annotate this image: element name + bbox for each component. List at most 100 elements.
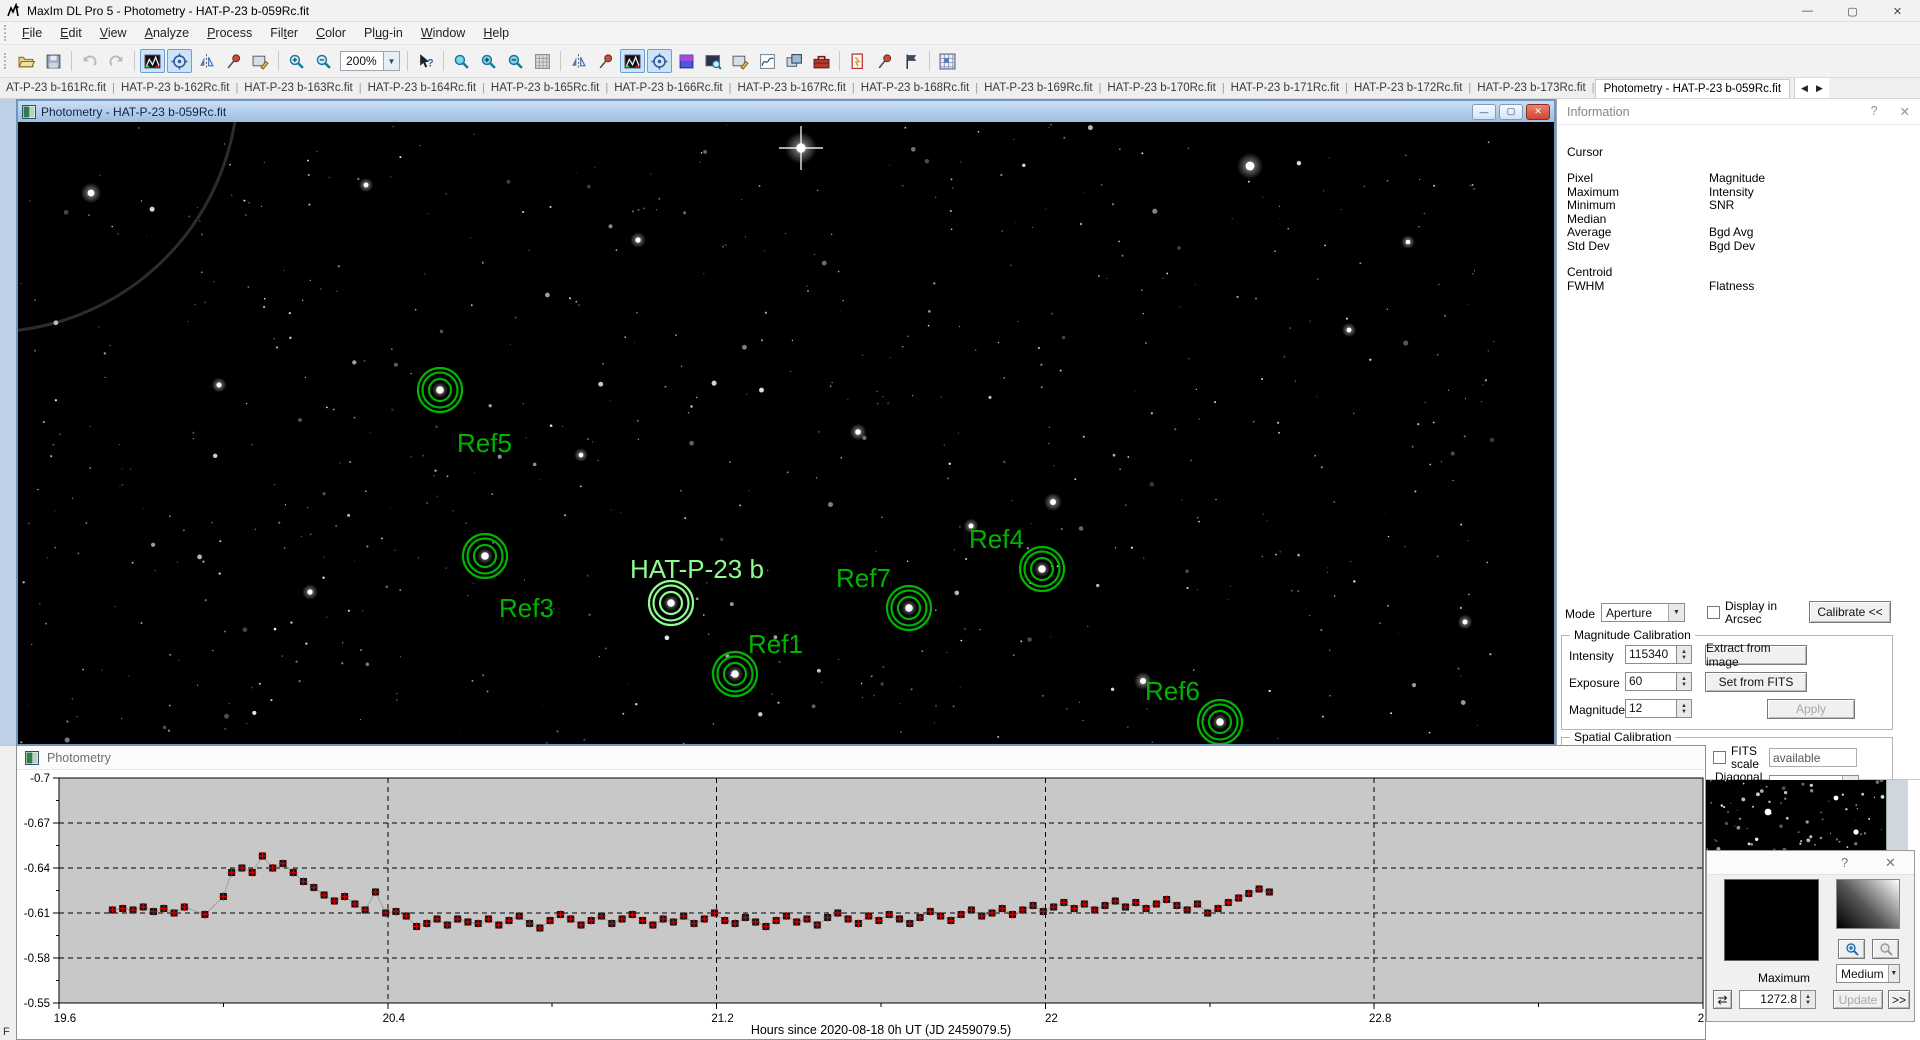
zoom-level-combobox[interactable]: 200%▼ (340, 51, 400, 71)
fits-scale-checkbox[interactable] (1713, 751, 1726, 764)
line-profile-icon[interactable] (755, 49, 780, 73)
tab-hat-p-23-b-163rc-fit[interactable]: HAT-P-23 b-163Rc.fit (238, 80, 358, 96)
magnitude-label: Magnitude (1569, 703, 1625, 717)
toolbox-icon[interactable] (809, 49, 834, 73)
swap-min-max-button[interactable]: ⇄ (1713, 990, 1732, 1009)
tab-hat-p-23-b-169rc-fit[interactable]: HAT-P-23 b-169Rc.fit (978, 80, 1098, 96)
undo-icon[interactable] (77, 49, 102, 73)
tab-hat-p-23-b-171rc-fit[interactable]: HAT-P-23 b-171Rc.fit (1225, 80, 1345, 96)
fits-image-canvas[interactable]: HAT-P-23 bRef5Ref3Ref1Ref7Ref4Ref6 (18, 122, 1554, 744)
maximum-value-input[interactable]: 1272.8 (1739, 990, 1801, 1009)
app-minimize-button[interactable]: — (1785, 0, 1830, 22)
chevron-down-icon[interactable]: ▼ (383, 52, 399, 70)
stretch-zoom-out-button[interactable] (1872, 939, 1899, 959)
information-close-button[interactable]: ✕ (1900, 104, 1910, 119)
mode-dropdown[interactable]: Aperture▼ (1601, 603, 1685, 622)
menu-item-edit[interactable]: Edit (51, 23, 91, 43)
display-in-arcsec-checkbox[interactable] (1707, 606, 1720, 619)
open-file-icon[interactable] (14, 49, 39, 73)
context-help-icon[interactable]: ? (413, 49, 438, 73)
tab-at-p-23-b-161rc-fit[interactable]: AT-P-23 b-161Rc.fit (0, 80, 112, 96)
zoom-out-alt-icon[interactable] (503, 49, 528, 73)
pin-icon[interactable] (221, 49, 246, 73)
menu-item-color[interactable]: Color (307, 23, 355, 43)
expand-button[interactable]: >> (1888, 990, 1910, 1009)
magnitude-spinner[interactable]: 12▲▼ (1625, 699, 1692, 718)
menu-item-filter[interactable]: Filter (261, 23, 307, 43)
flip-2-icon[interactable] (566, 49, 591, 73)
menu-item-window[interactable]: Window (412, 23, 474, 43)
screen-stretch-icon[interactable] (140, 49, 165, 73)
tab-hat-p-23-b-170rc-fit[interactable]: HAT-P-23 b-170Rc.fit (1101, 80, 1221, 96)
set-from-fits-button[interactable]: Set from FITS (1705, 672, 1807, 692)
tab-scroll-right-icon[interactable]: ▶ (1816, 83, 1823, 94)
aperture-2-icon[interactable] (647, 49, 672, 73)
stretch-mode-dropdown[interactable]: Medium▼ (1836, 964, 1900, 983)
extract-from-image-button[interactable]: Extract from image (1705, 645, 1807, 665)
aperture-icon[interactable] (167, 49, 192, 73)
thumbnail-image-strip[interactable] (1706, 780, 1886, 850)
pin-3-icon[interactable] (872, 49, 897, 73)
info-label-std-dev: Std Dev (1567, 239, 1610, 253)
image-window-minimize-button[interactable]: — (1472, 104, 1496, 120)
chevron-down-icon[interactable]: ▼ (1668, 604, 1684, 621)
magnify-icon[interactable] (449, 49, 474, 73)
redo-icon[interactable] (104, 49, 129, 73)
menu-item-help[interactable]: Help (474, 23, 518, 43)
image-window-title-bar[interactable]: Photometry - HAT-P-23 b-059Rc.fit — ▢ ✕ (18, 101, 1554, 122)
tab-active-photometry[interactable]: Photometry - HAT-P-23 b-059Rc.fit (1595, 79, 1790, 98)
light-curve-chart[interactable]: -0.7-0.67-0.64-0.61-0.58-0.5519.620.421.… (17, 770, 1705, 1040)
zoom-in-alt-icon[interactable] (476, 49, 501, 73)
screen-stretch-close-button[interactable]: ✕ (1885, 855, 1896, 871)
tab-hat-p-23-b-165rc-fit[interactable]: HAT-P-23 b-165Rc.fit (485, 80, 605, 96)
flip-icon[interactable] (194, 49, 219, 73)
calibrate-button[interactable]: Calibrate << (1809, 601, 1891, 623)
menu-item-analyze[interactable]: Analyze (136, 23, 198, 43)
image-window-restore-button[interactable]: ▢ (1499, 104, 1523, 120)
tab-hat-p-23-b-172rc-fit[interactable]: HAT-P-23 b-172Rc.fit (1348, 80, 1468, 96)
pin-2-icon[interactable] (593, 49, 618, 73)
exposure-spinner[interactable]: 60▲▼ (1625, 672, 1692, 691)
screen-stretch-help-button[interactable]: ? (1841, 855, 1848, 870)
tab-hat-p-23-b-173rc-fit[interactable]: HAT-P-23 b-173Rc.fit (1471, 80, 1591, 96)
screen-zoom-icon[interactable] (701, 49, 726, 73)
plot-window-title-bar[interactable]: Photometry (17, 746, 1705, 770)
menu-grip (4, 25, 9, 41)
intensity-spinner[interactable]: 115340▲▼ (1625, 645, 1692, 664)
toolbar-separator (839, 51, 840, 71)
menu-item-process[interactable]: Process (198, 23, 261, 43)
tab-hat-p-23-b-166rc-fit[interactable]: HAT-P-23 b-166Rc.fit (608, 80, 728, 96)
new-doc-icon[interactable] (845, 49, 870, 73)
edit-region-icon[interactable] (728, 49, 753, 73)
app-maximize-button[interactable]: ▢ (1830, 0, 1875, 22)
information-help-button[interactable]: ? (1871, 104, 1878, 119)
pixel-grid-icon[interactable] (935, 49, 960, 73)
svg-text:-0.64: -0.64 (24, 863, 51, 875)
edit-screen-icon[interactable] (248, 49, 273, 73)
menu-item-view[interactable]: View (91, 23, 136, 43)
app-close-button[interactable]: ✕ (1875, 0, 1920, 22)
tab-hat-p-23-b-164rc-fit[interactable]: HAT-P-23 b-164Rc.fit (362, 80, 482, 96)
menu-item-file[interactable]: File (13, 23, 51, 43)
color-area-icon[interactable] (674, 49, 699, 73)
screen-stretch-2-icon[interactable] (620, 49, 645, 73)
dither-icon[interactable] (530, 49, 555, 73)
histogram-display[interactable] (1724, 879, 1819, 961)
image-stack-icon[interactable] (782, 49, 807, 73)
maximum-spinner[interactable]: ▲▼ (1801, 990, 1816, 1009)
zoom-in-icon[interactable] (284, 49, 309, 73)
flag-icon[interactable] (899, 49, 924, 73)
apply-button[interactable]: Apply (1767, 699, 1855, 719)
tab-hat-p-23-b-162rc-fit[interactable]: HAT-P-23 b-162Rc.fit (115, 80, 235, 96)
tab-hat-p-23-b-167rc-fit[interactable]: HAT-P-23 b-167Rc.fit (731, 80, 851, 96)
update-button[interactable]: Update (1833, 990, 1883, 1009)
zoom-out-icon[interactable] (311, 49, 336, 73)
tab-scroll-left-icon[interactable]: ◀ (1801, 83, 1808, 94)
save-icon[interactable] (41, 49, 66, 73)
stretch-zoom-in-button[interactable] (1838, 939, 1865, 959)
screen-stretch-title-bar[interactable]: ? ✕ (1707, 851, 1914, 875)
image-window-close-button[interactable]: ✕ (1526, 104, 1550, 120)
tab-hat-p-23-b-168rc-fit[interactable]: HAT-P-23 b-168Rc.fit (855, 80, 975, 96)
chevron-down-icon[interactable]: ▼ (1888, 965, 1899, 982)
menu-item-plugin[interactable]: Plug-in (355, 23, 412, 43)
